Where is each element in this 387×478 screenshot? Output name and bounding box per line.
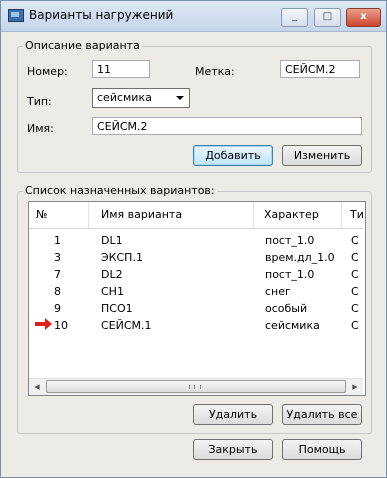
column-header-name[interactable]: Имя варианта: [89, 202, 254, 228]
delete-all-button[interactable]: Удалить все: [282, 404, 362, 425]
row-name: ЭКСП.1: [101, 251, 143, 264]
column-header-type[interactable]: Ти: [342, 202, 365, 228]
variant-description-label: Описание варианта: [23, 39, 142, 52]
column-header-number[interactable]: №: [29, 202, 89, 228]
row-number: 3: [54, 251, 61, 264]
assigned-variants-label: Список назначенных вариантов:: [23, 184, 217, 197]
type-label: Тип:: [27, 95, 52, 108]
row-number: 9: [54, 302, 61, 315]
row-name: СЕЙСМ.1: [101, 319, 152, 332]
horizontal-scrollbar[interactable]: ◀ ▶: [29, 378, 363, 395]
chevron-down-icon: [176, 96, 184, 100]
change-button[interactable]: Изменить: [282, 145, 362, 166]
number-field[interactable]: 11: [92, 60, 150, 78]
help-button[interactable]: Помощь: [282, 439, 362, 460]
name-field[interactable]: СЕЙСМ.2: [92, 117, 362, 135]
row-type: С: [351, 285, 359, 298]
close-button[interactable]: Закрыть: [193, 439, 273, 460]
row-number: 8: [54, 285, 61, 298]
table-row[interactable]: 1 DL1 пост_1.0 С: [29, 232, 363, 249]
row-name: DL2: [101, 268, 123, 281]
scroll-right-icon[interactable]: ▶: [347, 379, 363, 395]
table-row[interactable]: 8 СН1 снег С: [29, 283, 363, 300]
maximize-button[interactable]: □: [314, 8, 341, 27]
row-character: сейсмика: [265, 319, 320, 332]
table-row[interactable]: 3 ЭКСП.1 врем.дл_1.0 С: [29, 249, 363, 266]
title-bar[interactable]: Варианты нагружений _ □ x: [1, 1, 386, 32]
row-number: 1: [54, 234, 61, 247]
column-header-character[interactable]: Характер: [254, 202, 342, 228]
tag-field[interactable]: СЕЙСМ.2: [280, 60, 360, 78]
row-type: С: [351, 251, 359, 264]
type-select-value: сейсмика: [97, 91, 152, 104]
grip-icon: [189, 385, 201, 389]
row-type: С: [351, 302, 359, 315]
row-character: пост_1.0: [265, 234, 315, 247]
load-variants-dialog: Варианты нагружений _ □ x Описание вариа…: [0, 0, 387, 478]
row-number: 7: [54, 268, 61, 281]
tag-label: Метка:: [195, 65, 235, 78]
number-label: Номер:: [27, 65, 68, 78]
scrollbar-thumb[interactable]: [46, 380, 346, 393]
minimize-button[interactable]: _: [281, 8, 308, 27]
row-type: С: [351, 268, 359, 281]
app-icon: [8, 9, 24, 22]
scroll-left-icon[interactable]: ◀: [29, 379, 45, 395]
delete-button[interactable]: Удалить: [193, 404, 273, 425]
row-character: врем.дл_1.0: [265, 251, 335, 264]
add-button[interactable]: Добавить: [193, 145, 273, 166]
list-header: № Имя варианта Характер Ти: [29, 202, 365, 229]
row-type: С: [351, 319, 359, 332]
close-window-button[interactable]: x: [346, 8, 381, 27]
row-name: СН1: [101, 285, 124, 298]
table-row[interactable]: 7 DL2 пост_1.0 С: [29, 266, 363, 283]
row-type: С: [351, 234, 359, 247]
variants-list[interactable]: № Имя варианта Характер Ти 1 DL1 пост_1.…: [28, 201, 366, 396]
row-character: особый: [265, 302, 308, 315]
table-row-current[interactable]: 10 СЕЙСМ.1 сейсмика С: [29, 317, 363, 334]
row-name: ПСО1: [101, 302, 133, 315]
red-right-arrow-icon: [35, 318, 52, 330]
table-row[interactable]: 9 ПСО1 особый С: [29, 300, 363, 317]
name-label: Имя:: [27, 122, 54, 135]
row-character: снег: [265, 285, 291, 298]
type-select[interactable]: сейсмика: [92, 88, 190, 108]
row-number: 10: [54, 319, 68, 332]
window-title: Варианты нагружений: [29, 8, 174, 22]
row-name: DL1: [101, 234, 123, 247]
row-character: пост_1.0: [265, 268, 315, 281]
